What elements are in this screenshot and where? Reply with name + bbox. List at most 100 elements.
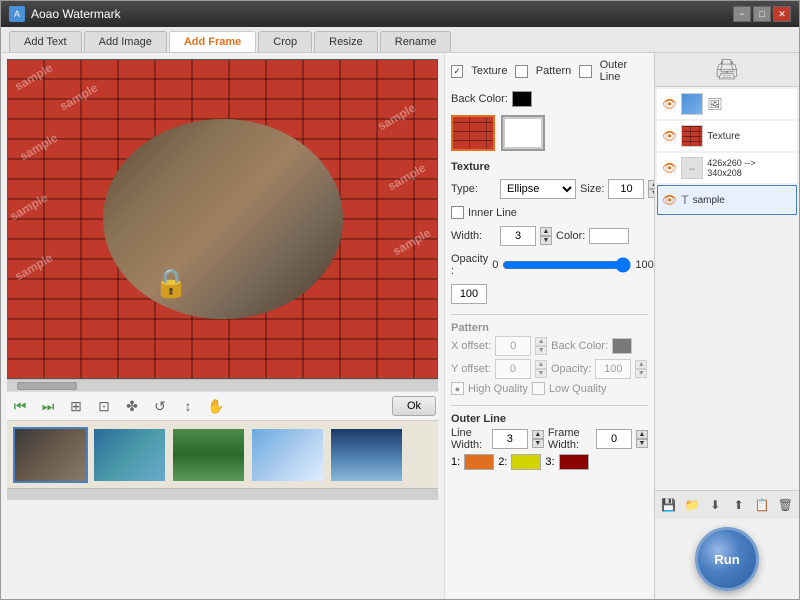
main-window: A Aoao Watermark − □ ✕ Add Text Add Imag… <box>0 0 800 600</box>
layer-thumb-2 <box>681 125 703 147</box>
run-button[interactable]: Run <box>695 527 759 591</box>
pattern-opacity-label: Opacity: <box>551 363 591 375</box>
layer-item-1[interactable]: 👁 🖼 <box>657 89 797 119</box>
pattern-opacity-spinner: ▲ ▼ <box>635 360 647 378</box>
scrollbar-thumb-h[interactable] <box>17 382 77 390</box>
zoom-in-button[interactable]: ✤ <box>121 396 143 416</box>
zoom-actual-button[interactable]: ⊡ <box>93 396 115 416</box>
tab-add-text[interactable]: Add Text <box>9 31 82 52</box>
width-input[interactable] <box>500 226 536 246</box>
thumbnail-1[interactable] <box>13 427 88 483</box>
title-bar: A Aoao Watermark − □ ✕ <box>1 1 799 27</box>
layer-eye-3[interactable]: 👁 <box>662 161 677 175</box>
prev-button[interactable]: ⏭ <box>37 396 59 416</box>
frame-width-input[interactable] <box>596 429 632 449</box>
layer-folder-button[interactable]: 📁 <box>682 495 701 515</box>
thumbnail-2[interactable] <box>92 427 167 483</box>
first-button[interactable]: ⏮ <box>9 396 31 416</box>
back-color-swatch[interactable] <box>512 91 532 107</box>
layer-item-3[interactable]: 👁 ⇔ 426x260 -->340x208 <box>657 153 797 183</box>
x-up[interactable]: ▲ <box>535 337 547 346</box>
pattern-back-color[interactable] <box>612 338 632 354</box>
maximize-button[interactable]: □ <box>753 6 771 22</box>
texture-checkbox[interactable] <box>451 65 463 78</box>
tab-add-frame[interactable]: Add Frame <box>169 31 256 52</box>
width-up[interactable]: ▲ <box>540 227 552 236</box>
opacity-value-row <box>451 284 648 304</box>
fw-down[interactable]: ▼ <box>636 439 648 448</box>
print-icon[interactable]: 🖨 <box>714 57 739 82</box>
layer-up-button[interactable]: ⬆ <box>729 495 748 515</box>
back-color-row: Back Color: <box>451 91 648 107</box>
layer-eye-1[interactable]: 👁 <box>662 97 677 111</box>
y-up[interactable]: ▲ <box>535 360 547 369</box>
lw-up[interactable]: ▲ <box>532 430 544 439</box>
layer-eye-2[interactable]: 👁 <box>662 129 677 143</box>
inner-color-swatch[interactable] <box>589 228 629 244</box>
minimize-button[interactable]: − <box>733 6 751 22</box>
low-quality-radio[interactable] <box>532 382 545 395</box>
flip-button[interactable]: ↕ <box>177 396 199 416</box>
y-offset-input[interactable] <box>495 359 531 379</box>
opacity-slider[interactable] <box>502 258 631 272</box>
line-colors-row: 1: 2: 3: <box>451 454 648 470</box>
layer-down-button[interactable]: ⬇ <box>706 495 725 515</box>
preview-area: sample sample sample sample sample sampl… <box>7 59 438 379</box>
ok-button[interactable]: Ok <box>392 396 436 416</box>
x-offset-input[interactable] <box>495 336 531 356</box>
size-input[interactable] <box>608 179 644 199</box>
layer-item-4[interactable]: 👁 T sample <box>657 185 797 215</box>
inner-line-row: Inner Line <box>451 206 648 219</box>
lw-down[interactable]: ▼ <box>532 439 544 448</box>
width-down[interactable]: ▼ <box>540 236 552 245</box>
layer-eye-4[interactable]: 👁 <box>662 193 677 207</box>
opacity-input[interactable] <box>451 284 487 304</box>
layer-item-2[interactable]: 👁 Texture <box>657 121 797 151</box>
color3-swatch[interactable] <box>559 454 589 470</box>
pan-button[interactable]: ✋ <box>205 396 227 416</box>
layer-thumb-1 <box>681 93 703 115</box>
fw-up[interactable]: ▲ <box>636 430 648 439</box>
thumbnail-5[interactable] <box>329 427 404 483</box>
close-button[interactable]: ✕ <box>773 6 791 22</box>
tab-crop[interactable]: Crop <box>258 31 312 52</box>
tab-resize[interactable]: Resize <box>314 31 378 52</box>
texture-preview-plain[interactable] <box>501 115 545 151</box>
po-down[interactable]: ▼ <box>635 369 647 378</box>
zoom-fit-button[interactable]: ⊞ <box>65 396 87 416</box>
high-quality-label: High Quality <box>468 383 528 395</box>
width-spinner: ▲ ▼ <box>540 227 552 245</box>
thumbnail-3[interactable] <box>171 427 246 483</box>
color2-label: 2: <box>498 456 507 468</box>
line-width-input[interactable] <box>492 429 528 449</box>
tab-rename[interactable]: Rename <box>380 31 452 52</box>
inner-line-checkbox[interactable] <box>451 206 464 219</box>
color1-label: 1: <box>451 456 460 468</box>
texture-preview-brick[interactable] <box>451 115 495 151</box>
preview-scrollbar-h[interactable] <box>7 379 438 391</box>
layer-delete-button[interactable]: 🗑 <box>776 495 795 515</box>
thumbnail-4[interactable] <box>250 427 325 483</box>
thumbnails-scrollbar[interactable] <box>7 488 438 500</box>
rotate-button[interactable]: ↺ <box>149 396 171 416</box>
layer-copy-button[interactable]: 📋 <box>752 495 771 515</box>
color1-swatch[interactable] <box>464 454 494 470</box>
y-down[interactable]: ▼ <box>535 369 547 378</box>
line-width-label: Line Width: <box>451 427 488 451</box>
texture-label: Texture <box>471 65 507 77</box>
color2-swatch[interactable] <box>511 454 541 470</box>
high-quality-radio[interactable]: ● <box>451 382 464 395</box>
width-color-row: Width: ▲ ▼ Color: <box>451 226 648 246</box>
po-up[interactable]: ▲ <box>635 360 647 369</box>
thumb-img-2 <box>94 429 165 481</box>
color3-label: 3: <box>545 456 554 468</box>
tab-add-image[interactable]: Add Image <box>84 31 167 52</box>
lock-icon: 🔒 <box>154 266 189 299</box>
outer-line-checkbox[interactable] <box>579 65 591 78</box>
x-down[interactable]: ▼ <box>535 346 547 355</box>
type-select[interactable]: Ellipse Rectangle Diamond <box>500 179 576 199</box>
divider-1 <box>451 314 648 315</box>
layer-save-button[interactable]: 💾 <box>659 495 678 515</box>
pattern-opacity-input[interactable] <box>595 359 631 379</box>
pattern-checkbox[interactable] <box>515 65 527 78</box>
